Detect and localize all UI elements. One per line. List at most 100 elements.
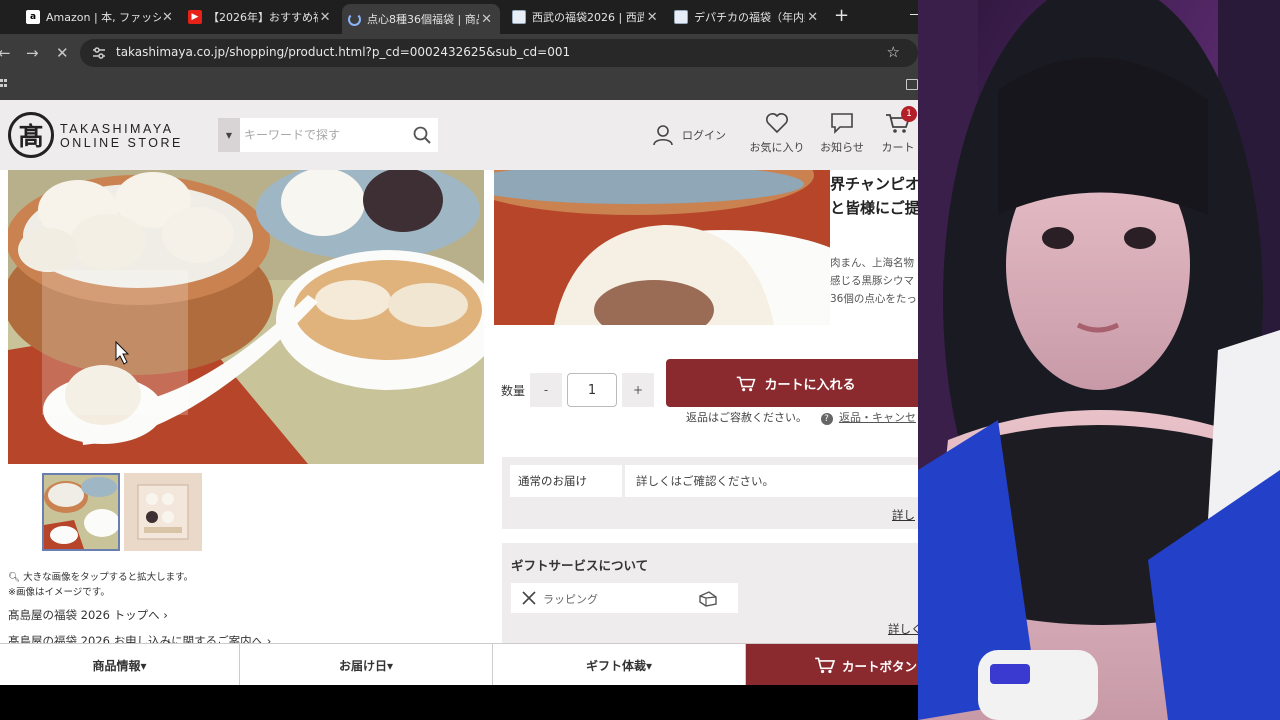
search-icon[interactable] [412, 125, 432, 145]
tab-amazon[interactable]: a Amazon | 本, ファッション ✕ [20, 4, 180, 30]
apps-grid-icon[interactable] [0, 79, 7, 93]
minimize-icon[interactable] [910, 14, 918, 15]
returns-note-text: 返品はご容赦ください。 [686, 411, 807, 424]
tab-strip: a Amazon | 本, ファッション ✕ ▶ 【2026年】おすすめ福袋 ✕… [0, 0, 918, 34]
secondary-product-image[interactable] [494, 170, 830, 325]
delivery-section: 通常のお届け 詳しくはご確認ください。 詳し [502, 457, 918, 529]
sticky-cart-label: カートボタン [842, 658, 918, 674]
page-icon [674, 10, 688, 24]
image-note: ※画像はイメージです。 [8, 587, 110, 598]
quantity-decrease-button[interactable]: - [530, 373, 562, 407]
gift-form-tab[interactable]: ギフト体裁▾ [493, 644, 746, 685]
delivery-value: 詳しくはご確認ください。 [636, 474, 774, 488]
notifications-link[interactable]: お知らせ [818, 112, 866, 155]
cart-label: カート [881, 141, 915, 154]
product-info-tab[interactable]: 商品情報▾ [0, 644, 240, 685]
zoom-note-text: 大きな画像をタップすると拡大します。 [23, 572, 194, 583]
close-tab-icon[interactable]: ✕ [318, 10, 332, 25]
tab-takashimaya[interactable]: 点心8種36個福袋 | 商品 ✕ [342, 4, 500, 34]
gift-service-title: ギフトサービスについて [511, 558, 649, 573]
youtube-icon: ▶ [188, 10, 202, 24]
fukubukuro-top-link[interactable]: 髙島屋の福袋 2026 トップへ › [8, 607, 168, 623]
tab-title: Amazon | 本, ファッション [46, 11, 161, 24]
screen-bottom-edge [0, 685, 918, 720]
add-to-cart-label: カートに入れる [764, 377, 856, 393]
cross-icon [522, 591, 536, 605]
bookmark-bar [0, 72, 918, 100]
user-icon [653, 125, 673, 146]
product-desc-line: 肉まん、上海名物 [830, 257, 914, 269]
wrapping-gift-icon [699, 591, 717, 607]
logo-line2: ONLINE STORE [60, 136, 183, 150]
tab-title: 【2026年】おすすめ福袋 [208, 11, 318, 24]
close-tab-icon[interactable]: ✕ [805, 10, 820, 25]
heart-icon [766, 113, 788, 134]
cart-count-badge: 1 [901, 106, 917, 122]
takashimaya-logo-icon[interactable]: 髙 [8, 112, 54, 158]
tab-depachika[interactable]: デパチカの福袋（年内販 ✕ [668, 4, 826, 30]
favorites-label: お気に入り [749, 141, 805, 154]
store-logo-text[interactable]: TAKASHIMAYA ONLINE STORE [60, 122, 183, 150]
cart-icon [737, 376, 757, 391]
delivery-row: 通常のお届け 詳しくはご確認ください。 [510, 465, 918, 497]
close-tab-icon[interactable]: ✕ [161, 10, 174, 25]
tab-title: デパチカの福袋（年内販 [694, 11, 806, 24]
message-icon [831, 113, 853, 134]
quantity-increase-button[interactable]: + [622, 373, 654, 407]
omnibox[interactable]: takashimaya.co.jp/shopping/product.html?… [80, 39, 918, 67]
main-product-image[interactable] [8, 170, 484, 464]
add-to-cart-button[interactable]: カートに入れる [666, 359, 918, 407]
site-info-icon[interactable] [92, 46, 106, 60]
help-icon: ? [820, 413, 833, 425]
stop-icon[interactable]: ✕ [56, 44, 69, 62]
wrapping-option[interactable]: ラッピング [511, 583, 738, 613]
url-text[interactable]: takashimaya.co.jp/shopping/product.html?… [116, 45, 570, 59]
tab-title: 西武の福袋2026 | 西武 [532, 11, 645, 24]
link-text: 髙島屋の福袋 2026 トップへ [8, 608, 160, 622]
bookmark-star-icon[interactable]: ☆ [887, 43, 900, 61]
thumbnail-1[interactable] [42, 473, 120, 551]
site-header: 髙 TAKASHIMAYA ONLINE STORE ▼ ログイン [0, 100, 918, 170]
search-input[interactable] [244, 124, 404, 146]
sticky-bottom-bar: 商品情報▾ お届け日▾ ギフト体裁▾ カートボタン [0, 643, 918, 685]
chevron-right-icon: › [163, 608, 168, 622]
delivery-details-link[interactable]: 詳し [892, 507, 915, 523]
tab-seibu[interactable]: 西武の福袋2026 | 西武 ✕ [506, 4, 666, 30]
page-icon [512, 10, 526, 24]
sticky-cart-button[interactable]: カートボタン [746, 644, 918, 685]
zoom-note: 🔍︎ 大きな画像をタップすると拡大します。 [8, 569, 193, 583]
close-tab-icon[interactable]: ✕ [644, 10, 660, 25]
logo-line1: TAKASHIMAYA [60, 122, 174, 136]
close-tab-icon[interactable]: ✕ [479, 12, 494, 27]
returns-policy-link[interactable]: 返品・キャンセ [839, 411, 916, 424]
search-category-dropdown[interactable]: ▼ [218, 118, 240, 152]
delivery-label: 通常のお届け [510, 465, 625, 497]
streamer-webcam [918, 0, 1280, 720]
product-desc-line: 感じる黒豚シウマ [830, 275, 914, 287]
quantity-label: 数量 [501, 384, 526, 398]
product-title-line: と皆様にご提 [830, 199, 918, 217]
gift-service-section: ギフトサービスについて ラッピング 詳しく [502, 543, 918, 653]
gift-details-link[interactable]: 詳しく [888, 621, 918, 637]
tab-title: 点心8種36個福袋 | 商品 [367, 13, 480, 26]
returns-note: 返品はご容赦ください。 ? 返品・キャンセ [686, 409, 916, 425]
delivery-date-tab[interactable]: お届け日▾ [240, 644, 493, 685]
new-tab-icon[interactable]: + [834, 7, 849, 25]
quantity-input[interactable]: 1 [567, 373, 617, 407]
back-icon[interactable]: ← [0, 44, 11, 62]
address-bar: ← → ✕ takashimaya.co.jp/shopping/product… [0, 34, 918, 72]
forward-icon[interactable]: → [26, 44, 39, 62]
cart-icon [815, 657, 836, 674]
webpage: 髙 TAKASHIMAYA ONLINE STORE ▼ ログイン [0, 100, 918, 685]
bookmarks-folder-icon[interactable] [906, 79, 918, 90]
wrapping-label: ラッピング [543, 593, 598, 606]
amazon-icon: a [26, 10, 40, 24]
tab-youtube[interactable]: ▶ 【2026年】おすすめ福袋 ✕ [182, 4, 338, 30]
product-title-line: 界チャンピオ [830, 175, 918, 193]
login-link[interactable]: ログイン [652, 124, 726, 146]
notifications-label: お知らせ [820, 141, 864, 154]
product-title: 界チャンピオ と皆様にご提 [830, 172, 918, 220]
favorites-link[interactable]: お気に入り [746, 112, 808, 155]
login-label: ログイン [682, 129, 726, 142]
thumbnail-2[interactable] [124, 473, 202, 551]
